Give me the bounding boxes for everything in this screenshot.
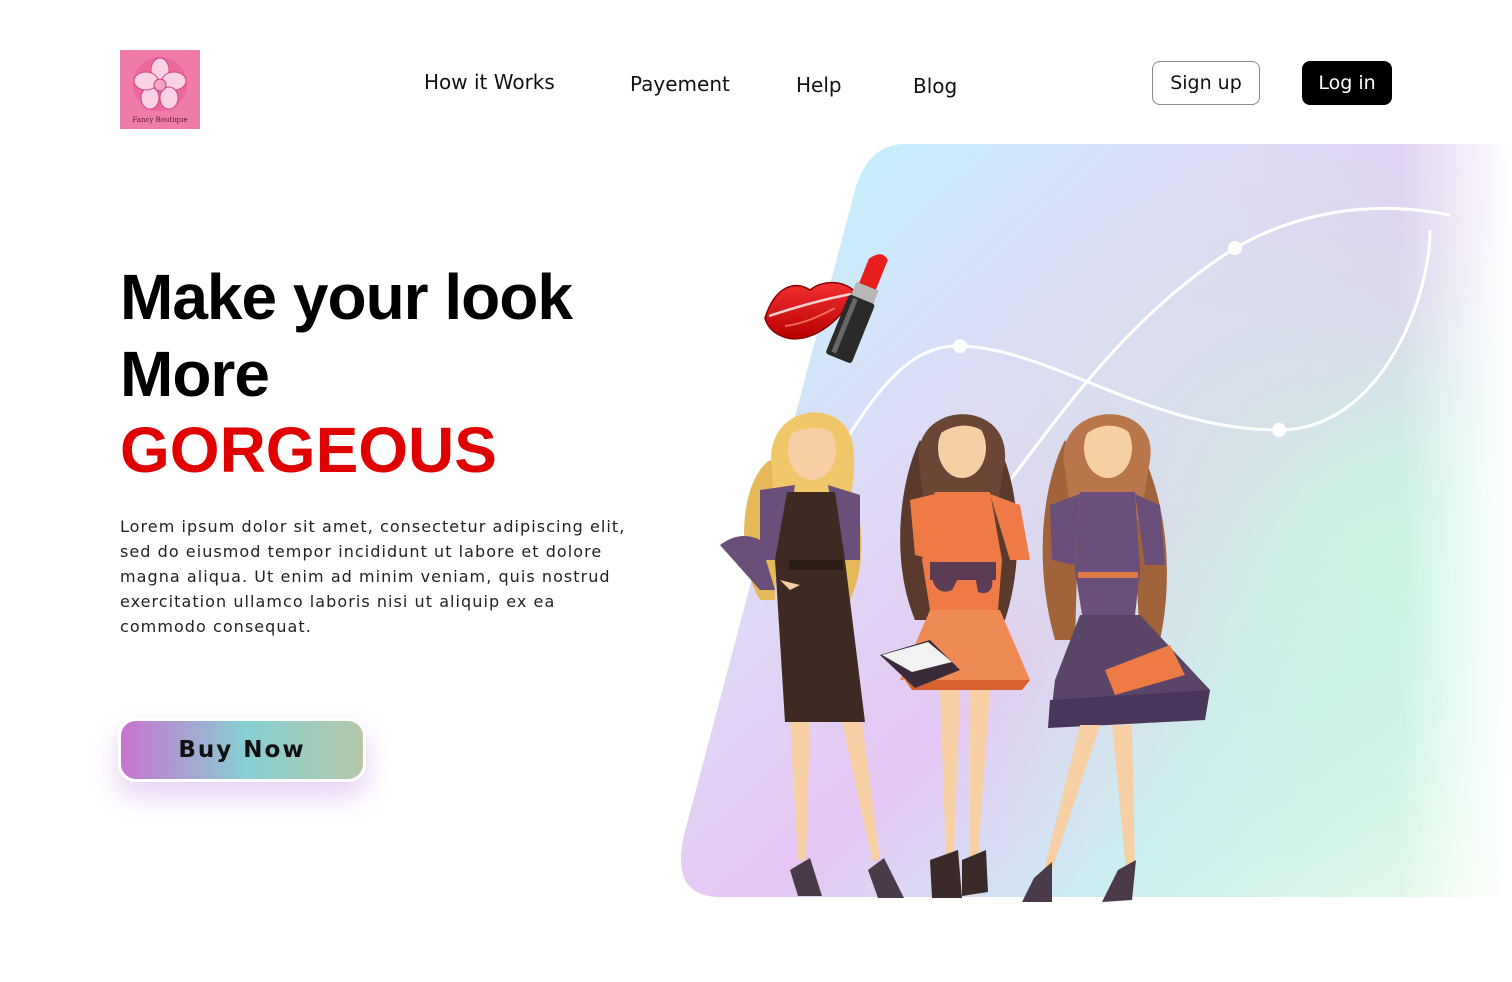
- hero-title-highlight: GORGEOUS: [120, 414, 497, 486]
- hero-title-line-2: More: [120, 338, 270, 410]
- hero-title-line-1: Make your look: [120, 261, 573, 333]
- landing-page: Fancy Boutique How it Works Payement Hel…: [0, 0, 1512, 982]
- hero-illustration: [680, 144, 1512, 902]
- hero-description: Lorem ipsum dolor sit amet, consectetur …: [120, 517, 626, 636]
- buy-now-button[interactable]: Buy Now: [118, 718, 366, 782]
